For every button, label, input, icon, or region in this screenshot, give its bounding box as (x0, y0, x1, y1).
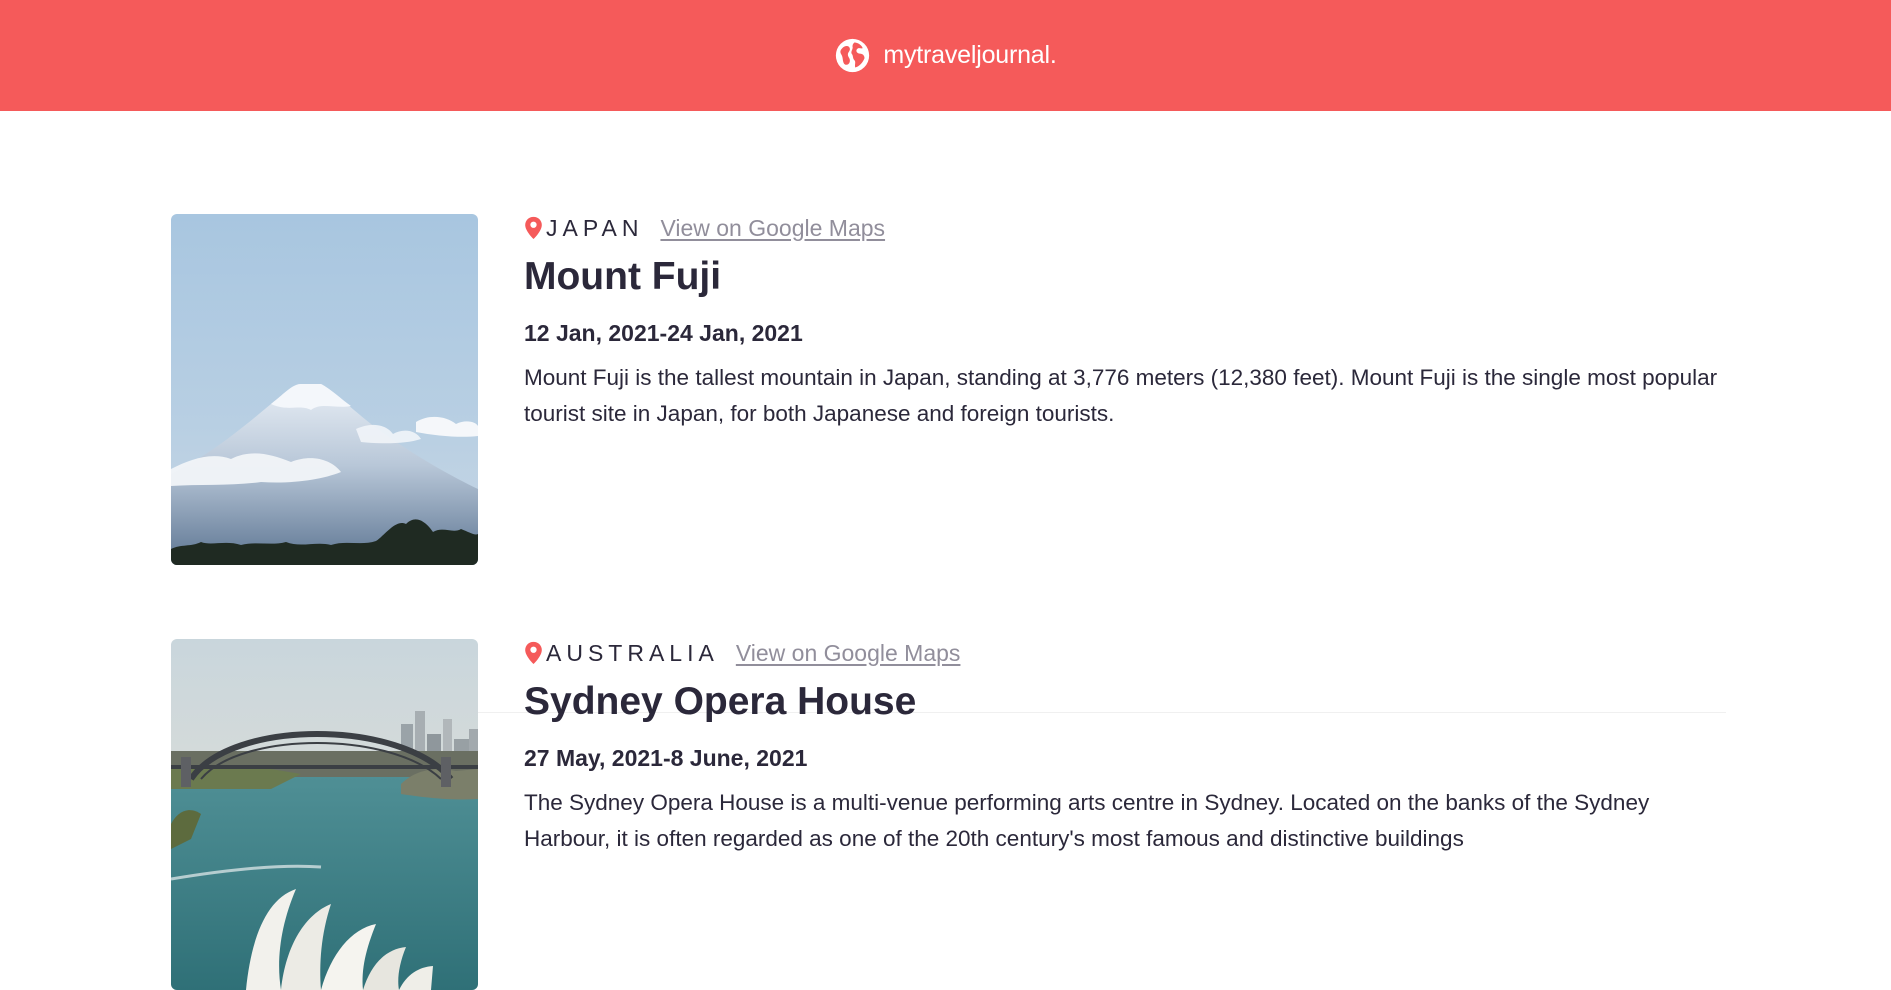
country-label: JAPAN (546, 214, 644, 241)
map-pin-icon (525, 641, 542, 665)
entry-dates: 27 May, 2021-8 June, 2021 (524, 745, 808, 771)
mount-fuji-photo (171, 214, 478, 565)
entry-title: Mount Fuji (524, 255, 722, 298)
country-label: AUSTRALIA (546, 639, 719, 666)
entry-dates: 12 Jan, 2021-24 Jan, 2021 (524, 320, 803, 346)
globe-icon (836, 38, 870, 73)
navbar: mytraveljournal. (0, 0, 1891, 111)
location-row: AUSTRALIA View on Google Maps (524, 639, 1724, 667)
entry-content: JAPAN View on Google Maps Mount Fuji 12 … (524, 214, 1724, 432)
location-row: JAPAN View on Google Maps (524, 214, 1724, 242)
google-maps-link[interactable]: View on Google Maps (736, 640, 961, 667)
entry-description: Mount Fuji is the tallest mountain in Ja… (524, 365, 1718, 426)
entry-content: AUSTRALIA View on Google Maps Sydney Ope… (524, 639, 1724, 857)
sydney-opera-house-photo (171, 639, 478, 990)
entry-description: The Sydney Opera House is a multi-venue … (524, 790, 1650, 851)
entry-title: Sydney Opera House (524, 680, 917, 723)
google-maps-link[interactable]: View on Google Maps (660, 215, 885, 242)
site-title[interactable]: mytraveljournal. (883, 41, 1056, 70)
map-pin-icon (525, 216, 542, 240)
